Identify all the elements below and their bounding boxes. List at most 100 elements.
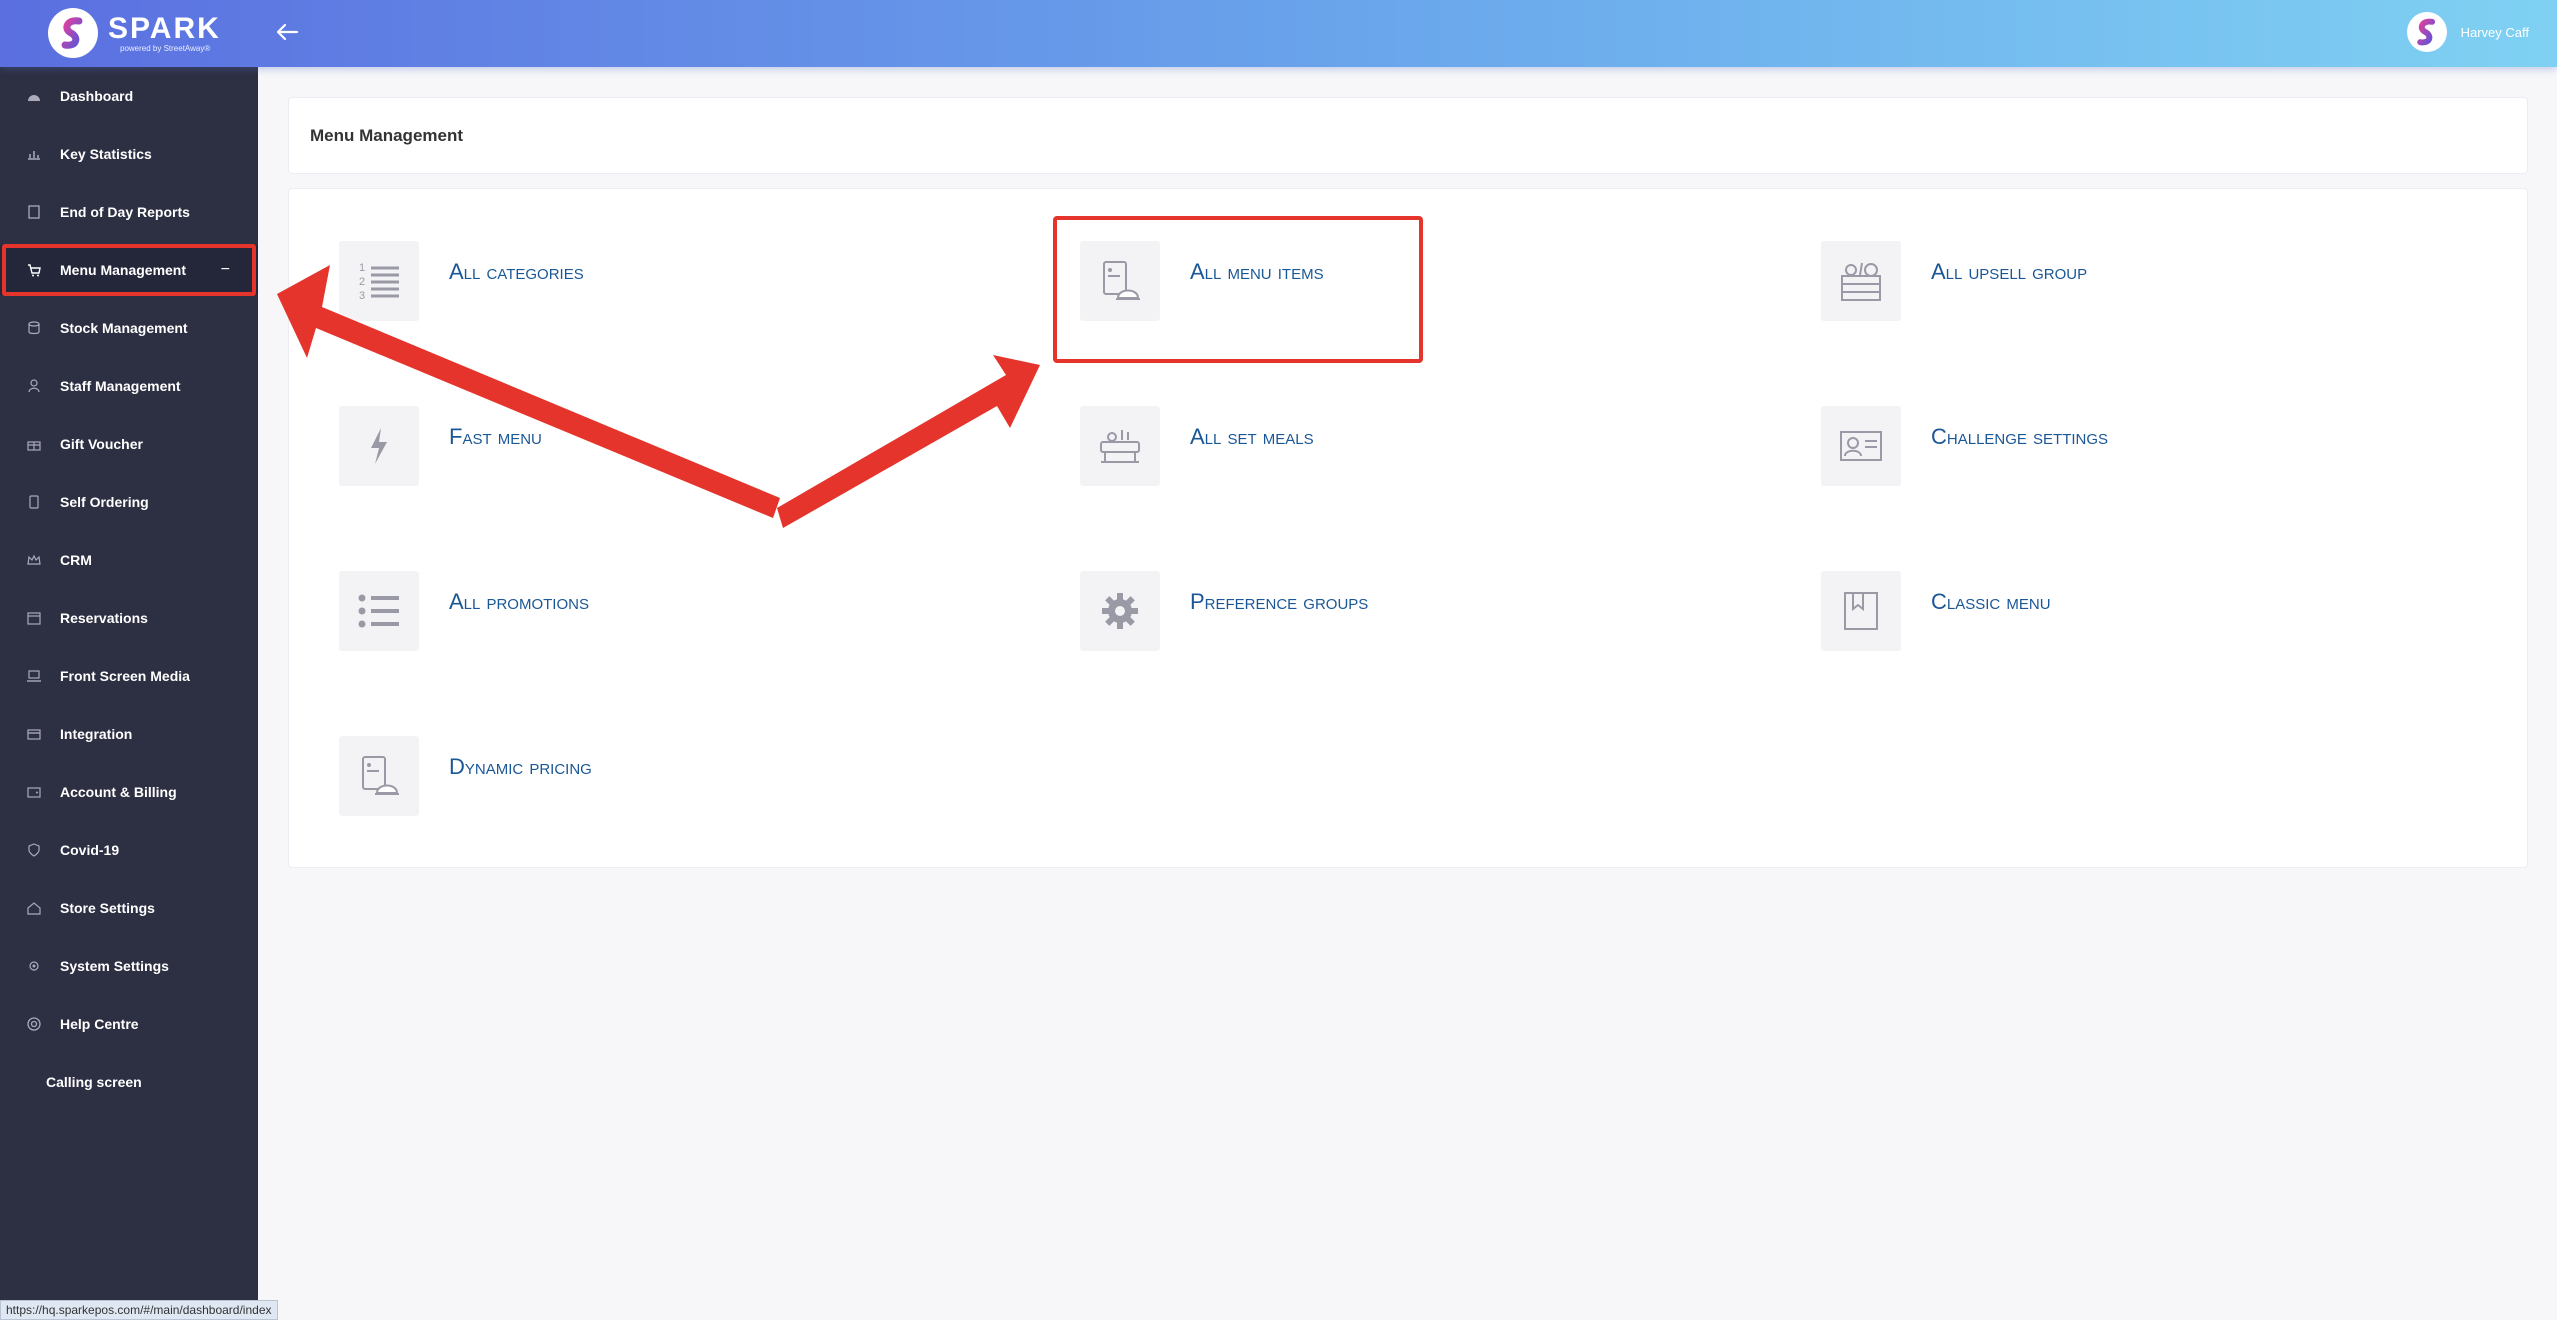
sidebar: Dashboard Key Statistics End of Day Repo…: [0, 67, 258, 1320]
sidebar-item-menu-management[interactable]: Menu Management −: [0, 245, 258, 295]
sidebar-item-front-screen-media[interactable]: Front Screen Media: [0, 651, 258, 701]
sidebar-item-label: Calling screen: [46, 1074, 142, 1090]
sidebar-item-stock-management[interactable]: Stock Management: [0, 303, 258, 353]
svg-text:1: 1: [359, 262, 365, 274]
browser-status-url: https://hq.sparkepos.com/#/main/dashboar…: [0, 1300, 278, 1320]
spark-logo-icon: [48, 8, 98, 58]
sidebar-item-reservations[interactable]: Reservations: [0, 593, 258, 643]
sidebar-item-covid-19[interactable]: Covid-19: [0, 825, 258, 875]
numbered-list-icon: 1 2 3: [339, 241, 419, 321]
credit-card-icon: [26, 726, 42, 742]
database-icon: [26, 320, 42, 336]
tile-label: All upsell group: [1931, 259, 2088, 284]
user-icon: [26, 378, 42, 394]
tile-label: Challenge settings: [1931, 424, 2109, 449]
sidebar-item-end-of-day-reports[interactable]: End of Day Reports: [0, 187, 258, 237]
menu-book-icon: [1080, 241, 1160, 321]
sidebar-item-label: Menu Management: [60, 262, 187, 278]
laptop-icon: [26, 668, 42, 684]
sidebar-item-label: Staff Management: [60, 378, 181, 394]
bar-chart-icon: [26, 146, 42, 162]
user-name: Harvey Caff: [2460, 24, 2529, 40]
tile-label: All promotions: [449, 589, 589, 614]
crown-icon: [26, 552, 42, 568]
sidebar-item-dashboard[interactable]: Dashboard: [0, 71, 258, 121]
set-meal-icon: [1080, 406, 1160, 486]
tile-fast-menu[interactable]: Fast menu: [339, 406, 699, 496]
id-card-icon: [1821, 406, 1901, 486]
dashboard-icon: [26, 88, 42, 104]
tablet-icon: [26, 494, 42, 510]
sidebar-item-label: Dashboard: [60, 88, 134, 104]
tile-label: Dynamic pricing: [449, 754, 592, 779]
sidebar-item-label: Self Ordering: [60, 494, 149, 510]
tile-label: All menu items: [1190, 259, 1324, 284]
app-name: SPARK: [108, 11, 221, 45]
avatar: [2406, 12, 2447, 52]
sidebar-item-store-settings[interactable]: Store Settings: [0, 883, 258, 933]
tile-preference-groups[interactable]: Preference groups: [1080, 571, 1440, 661]
tile-all-set-meals[interactable]: All set meals: [1080, 406, 1440, 496]
sidebar-item-label: Integration: [60, 726, 133, 742]
tile-label: Classic menu: [1931, 589, 2051, 614]
back-arrow-icon[interactable]: [272, 16, 302, 48]
tile-dynamic-pricing[interactable]: Dynamic pricing: [339, 736, 699, 826]
collapse-icon[interactable]: −: [221, 261, 230, 279]
sidebar-item-calling-screen[interactable]: Calling screen: [0, 1057, 258, 1107]
page-title: Menu Management: [310, 126, 464, 145]
spark-logo[interactable]: SPARK powered by StreetAway®: [48, 8, 221, 58]
gear-icon: [26, 958, 42, 974]
top-header: SPARK powered by StreetAway® Harvey Caff: [0, 0, 2557, 67]
sidebar-item-label: Stock Management: [60, 320, 188, 336]
bookmark-book-icon: [1821, 571, 1901, 651]
tile-label: All categories: [449, 259, 584, 284]
tile-challenge-settings[interactable]: Challenge settings: [1821, 406, 2181, 496]
user-menu[interactable]: Harvey Caff: [2406, 12, 2529, 52]
menu-management-panel: 1 2 3 All categories All menu items All up…: [288, 188, 2528, 868]
sidebar-item-label: Store Settings: [60, 900, 155, 916]
sidebar-item-label: Covid-19: [60, 842, 120, 858]
svg-text:2: 2: [359, 276, 365, 288]
tile-all-upsell-group[interactable]: All upsell group: [1821, 241, 2181, 331]
tile-all-promotions[interactable]: All promotions: [339, 571, 699, 661]
calendar-icon: [26, 610, 42, 626]
sidebar-item-label: Reservations: [60, 610, 148, 626]
sidebar-item-label: Front Screen Media: [60, 668, 190, 684]
tile-all-categories[interactable]: 1 2 3 All categories: [339, 241, 699, 331]
tile-label: All set meals: [1190, 424, 1314, 449]
bullet-list-icon: [339, 571, 419, 651]
lightning-icon: [339, 406, 419, 486]
app-tagline: powered by StreetAway®: [120, 43, 211, 53]
cart-icon: [26, 262, 42, 278]
food-box-icon: [1821, 241, 1901, 321]
sidebar-item-staff-management[interactable]: Staff Management: [0, 361, 258, 411]
sidebar-item-account-billing[interactable]: Account & Billing: [0, 767, 258, 817]
sidebar-item-system-settings[interactable]: System Settings: [0, 941, 258, 991]
sidebar-item-help-centre[interactable]: Help Centre: [0, 999, 258, 1049]
sidebar-item-key-statistics[interactable]: Key Statistics: [0, 129, 258, 179]
sidebar-item-label: Gift Voucher: [60, 436, 143, 452]
sidebar-item-label: System Settings: [60, 958, 169, 974]
shield-icon: [26, 842, 42, 858]
tile-all-menu-items[interactable]: All menu items: [1080, 241, 1440, 331]
gear-icon: [1080, 571, 1160, 651]
tile-label: Fast menu: [449, 424, 542, 449]
sidebar-item-label: Help Centre: [60, 1016, 139, 1032]
lifebuoy-icon: [26, 1016, 42, 1032]
svg-text:3: 3: [359, 290, 365, 302]
report-icon: [26, 204, 42, 220]
sidebar-item-label: Account & Billing: [60, 784, 177, 800]
wallet-icon: [26, 784, 42, 800]
sidebar-item-self-ordering[interactable]: Self Ordering: [0, 477, 258, 527]
store-icon: [26, 900, 42, 916]
tile-classic-menu[interactable]: Classic menu: [1821, 571, 2181, 661]
sidebar-item-crm[interactable]: CRM: [0, 535, 258, 585]
sidebar-item-integration[interactable]: Integration: [0, 709, 258, 759]
sidebar-item-gift-voucher[interactable]: Gift Voucher: [0, 419, 258, 469]
page-title-card: Menu Management: [288, 97, 2528, 174]
sidebar-item-label: CRM: [60, 552, 92, 568]
gift-icon: [26, 436, 42, 452]
tile-label: Preference groups: [1190, 589, 1369, 614]
menu-book-icon: [339, 736, 419, 816]
sidebar-item-label: End of Day Reports: [60, 204, 190, 220]
